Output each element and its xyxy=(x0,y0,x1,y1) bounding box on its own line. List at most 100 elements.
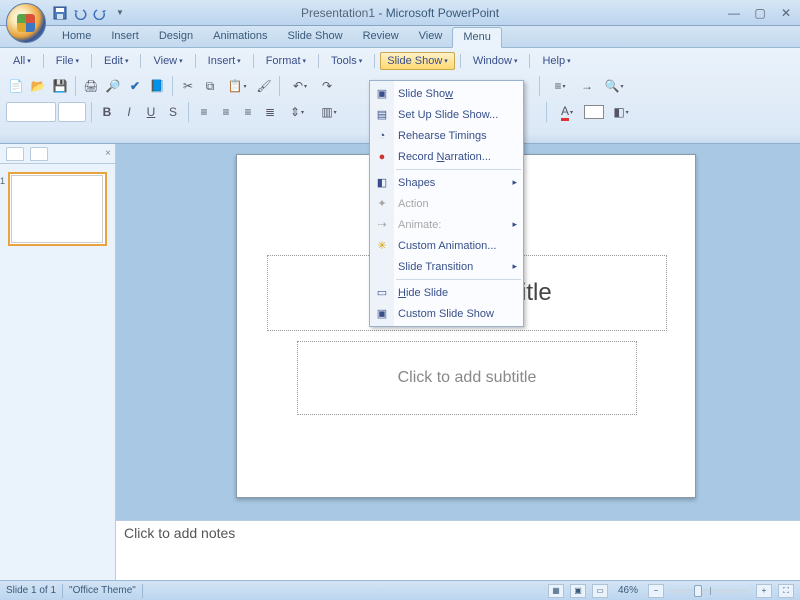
italic-icon[interactable]: I xyxy=(119,102,139,122)
dd-transition[interactable]: Slide Transition xyxy=(370,256,523,277)
shapes-icon: ◧ xyxy=(370,176,394,189)
font-color-icon[interactable]: A▾ xyxy=(552,102,582,122)
undo-icon[interactable] xyxy=(72,5,88,21)
quick-access-toolbar: ▼ xyxy=(52,5,128,21)
columns-icon[interactable]: ▥▾ xyxy=(314,102,344,122)
qat-dropdown-icon[interactable]: ▼ xyxy=(112,5,128,21)
undo-icon[interactable]: ↶▾ xyxy=(285,76,315,96)
fill-color-swatch[interactable] xyxy=(584,105,604,119)
titlebar: ▼ Presentation1 - Microsoft PowerPoint —… xyxy=(0,0,800,26)
align-center-icon[interactable]: ≡ xyxy=(216,102,236,122)
dd-shapes[interactable]: ◧Shapes xyxy=(370,172,523,193)
zoom-slider[interactable] xyxy=(670,589,750,593)
setup-icon: ▤ xyxy=(370,108,394,121)
dd-record[interactable]: ●Record Narration... xyxy=(370,146,523,167)
dd-slideshow[interactable]: ▣Slide Show xyxy=(370,83,523,104)
document-name: Presentation1 xyxy=(301,6,375,20)
menu-view[interactable]: View▾ xyxy=(146,52,189,70)
underline-icon[interactable]: U xyxy=(141,102,161,122)
redo-icon[interactable] xyxy=(92,5,108,21)
ribbon-tabs: Home Insert Design Animations Slide Show… xyxy=(0,26,800,48)
print-preview-icon[interactable]: 🔎 xyxy=(103,76,123,96)
menu-slideshow[interactable]: Slide Show▾ xyxy=(380,52,455,70)
menu-insert[interactable]: Insert▾ xyxy=(201,52,248,70)
zoom-dropdown-icon[interactable]: 🔍▾ xyxy=(599,76,629,96)
shadow-icon[interactable]: S xyxy=(163,102,183,122)
panel-tabs: × xyxy=(0,144,115,164)
slideshow-view-icon[interactable]: ▭ xyxy=(592,584,608,598)
tab-design[interactable]: Design xyxy=(149,27,203,46)
fit-window-icon[interactable]: ⛶ xyxy=(778,584,794,598)
menu-edit[interactable]: Edit▾ xyxy=(97,52,135,70)
tab-view[interactable]: View xyxy=(409,27,453,46)
close-button[interactable]: ✕ xyxy=(778,6,794,20)
subtitle-placeholder[interactable]: Click to add subtitle xyxy=(297,341,637,415)
menu-all[interactable]: All▾ xyxy=(6,52,38,70)
custom-show-icon: ▣ xyxy=(370,307,394,320)
line-style-icon[interactable]: ≡▾ xyxy=(545,76,575,96)
normal-view-icon[interactable]: ▦ xyxy=(548,584,564,598)
redo-icon[interactable]: ↷ xyxy=(317,76,337,96)
panel-close-icon[interactable]: × xyxy=(105,148,111,159)
justify-icon[interactable]: ≣ xyxy=(260,102,280,122)
font-size-dropdown[interactable] xyxy=(58,102,86,122)
animate-icon: ⇢ xyxy=(370,218,394,231)
notes-pane[interactable]: Click to add notes xyxy=(116,520,800,580)
action-icon: ✦ xyxy=(370,197,394,210)
dd-action: ✦Action xyxy=(370,193,523,214)
tab-insert[interactable]: Insert xyxy=(101,27,149,46)
dd-hide-slide[interactable]: ▭Hide Slide xyxy=(370,282,523,303)
slide-panel: × 1 xyxy=(0,144,116,580)
dd-setup[interactable]: ▤Set Up Slide Show... xyxy=(370,104,523,125)
font-dropdown[interactable] xyxy=(6,102,56,122)
dd-rehearse[interactable]: ◔Rehearse Timings xyxy=(370,125,523,146)
dd-separator xyxy=(396,279,521,280)
dd-custom-anim[interactable]: ✳Custom Animation... xyxy=(370,235,523,256)
menu-window[interactable]: Window▾ xyxy=(466,52,525,70)
format-painter-icon[interactable]: 🖌 xyxy=(254,76,274,96)
tab-menu[interactable]: Menu xyxy=(452,27,502,48)
arrow-style-icon[interactable]: → xyxy=(577,76,597,96)
align-left-icon[interactable]: ≡ xyxy=(194,102,214,122)
new-icon[interactable]: 📄 xyxy=(6,76,26,96)
align-right-icon[interactable]: ≡ xyxy=(238,102,258,122)
cut-icon[interactable]: ✂ xyxy=(178,76,198,96)
thumb-number: 1 xyxy=(0,176,5,186)
office-button[interactable] xyxy=(6,3,46,43)
open-icon[interactable]: 📂 xyxy=(28,76,48,96)
tab-slideshow[interactable]: Slide Show xyxy=(278,27,353,46)
window-title: Presentation1 - Microsoft PowerPoint xyxy=(301,6,499,20)
shape-effects-icon[interactable]: ◧▾ xyxy=(606,102,636,122)
window-controls: — ▢ ✕ xyxy=(726,6,794,20)
menu-file[interactable]: File▾ xyxy=(49,52,86,70)
menu-help[interactable]: Help▾ xyxy=(535,52,577,70)
zoom-out-icon[interactable]: − xyxy=(648,584,664,598)
minimize-button[interactable]: — xyxy=(726,6,742,20)
tab-review[interactable]: Review xyxy=(353,27,409,46)
print-icon[interactable]: 🖨 xyxy=(81,76,101,96)
outline-tab[interactable] xyxy=(30,147,48,161)
tab-home[interactable]: Home xyxy=(52,27,101,46)
slideshow-dropdown: ▣Slide Show ▤Set Up Slide Show... ◔Rehea… xyxy=(369,80,524,327)
bold-icon[interactable]: B xyxy=(97,102,117,122)
line-spacing-icon[interactable]: ⇕▾ xyxy=(282,102,312,122)
spellcheck-icon[interactable]: ✔ xyxy=(125,76,145,96)
menu-format[interactable]: Format▾ xyxy=(259,52,313,70)
tab-animations[interactable]: Animations xyxy=(203,27,277,46)
slides-tab[interactable] xyxy=(6,147,24,161)
menu-tools[interactable]: Tools▾ xyxy=(324,52,369,70)
save-icon[interactable] xyxy=(52,5,68,21)
zoom-in-icon[interactable]: + xyxy=(756,584,772,598)
dd-custom-show[interactable]: ▣Custom Slide Show xyxy=(370,303,523,324)
custom-anim-icon: ✳ xyxy=(370,239,394,252)
sorter-view-icon[interactable]: ▣ xyxy=(570,584,586,598)
research-icon[interactable]: 📘 xyxy=(147,76,167,96)
paste-icon[interactable]: 📋▾ xyxy=(222,76,252,96)
maximize-button[interactable]: ▢ xyxy=(752,6,768,20)
dd-animate: ⇢Animate: xyxy=(370,214,523,235)
save-icon[interactable]: 💾 xyxy=(50,76,70,96)
slideshow-icon: ▣ xyxy=(370,87,394,100)
zoom-level: 46% xyxy=(618,585,638,596)
slide-thumbnail[interactable]: 1 xyxy=(8,172,107,246)
copy-icon[interactable]: ⧉ xyxy=(200,76,220,96)
